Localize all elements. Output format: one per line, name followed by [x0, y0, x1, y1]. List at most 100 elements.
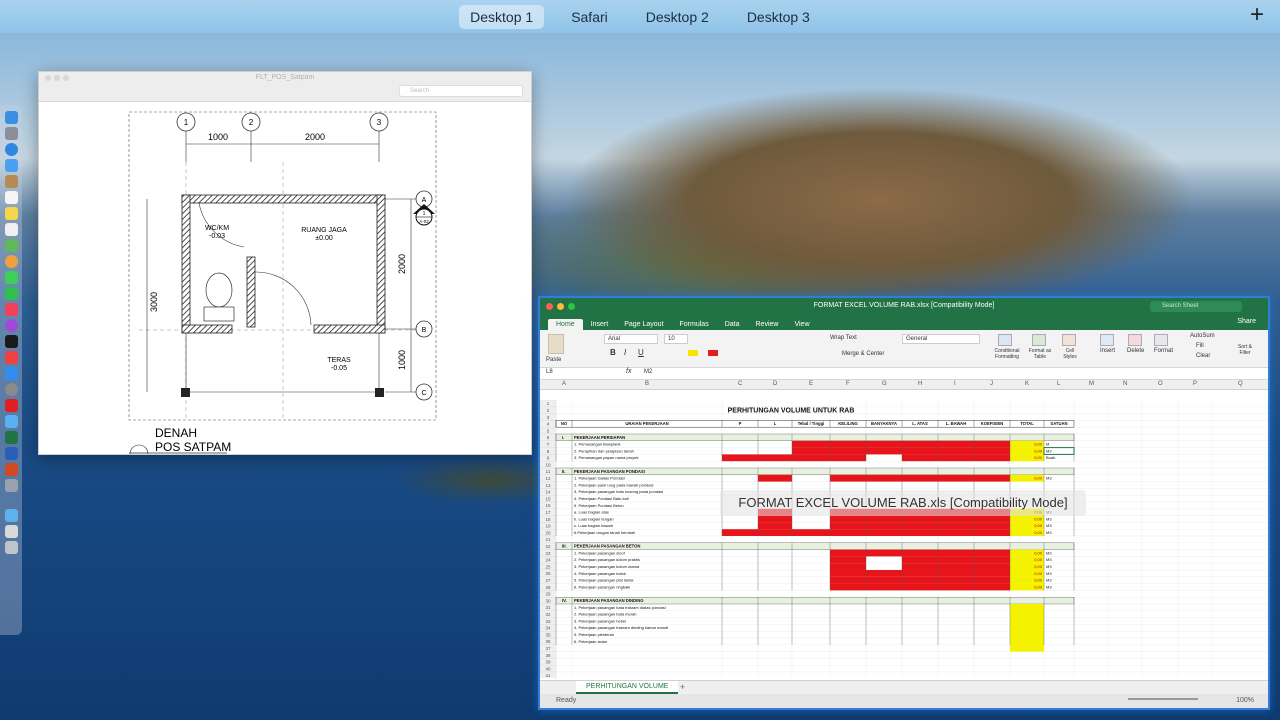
pdf-viewer-window[interactable]: FLT_POS_Satpam Search 1 2 3 1000 2000 WC… [38, 71, 532, 455]
merge-center-button[interactable]: Merge & Center [842, 351, 884, 357]
number-format-select[interactable]: General [902, 334, 980, 344]
word-icon[interactable] [4, 446, 18, 460]
conditional-formatting-button[interactable]: Conditional Formatting [992, 348, 1022, 360]
column-header-q[interactable]: Q [1238, 381, 1243, 387]
downloads-icon[interactable] [4, 524, 18, 538]
screenshot-icon[interactable] [4, 478, 18, 492]
format-as-table-button[interactable]: Format as Table [1028, 348, 1052, 360]
tab-home[interactable]: Home [548, 319, 583, 330]
bold-button[interactable]: B [610, 348, 616, 357]
space-desktop-1[interactable]: Desktop 1 [459, 4, 545, 29]
add-space-button[interactable]: + [1250, 3, 1264, 27]
conditional-formatting-icon[interactable] [998, 334, 1012, 346]
formula-input[interactable]: M2 [644, 369, 652, 375]
insert-cells-button[interactable]: Insert [1100, 348, 1115, 354]
worksheet-grid[interactable]: 1234567891011121314151617181920212223242… [540, 400, 1268, 678]
delete-cells-icon[interactable] [1128, 334, 1142, 346]
row-number: 10 [545, 462, 551, 467]
reminders-icon[interactable] [4, 222, 18, 236]
column-header-b[interactable]: B [645, 381, 649, 387]
system-preferences-icon[interactable] [4, 382, 18, 396]
tab-review[interactable]: Review [748, 319, 787, 330]
column-header-g[interactable]: G [882, 381, 887, 387]
trash-icon[interactable] [4, 540, 18, 554]
add-sheet-button[interactable]: + [680, 682, 685, 692]
tv-icon[interactable] [4, 334, 18, 348]
messages-icon[interactable] [4, 270, 18, 284]
red-fill-cell [974, 474, 1010, 482]
contacts-icon[interactable] [4, 174, 18, 188]
fill-button[interactable]: Fill [1196, 343, 1204, 349]
mail-icon[interactable] [4, 158, 18, 172]
column-header-k[interactable]: K [1025, 381, 1029, 387]
spaces-bar: Desktop 1 Safari Desktop 2 Desktop 3 + [0, 0, 1280, 33]
column-header-c[interactable]: C [738, 381, 742, 387]
podcasts-icon[interactable] [4, 318, 18, 332]
pdf-search-field[interactable]: Search [399, 85, 523, 97]
column-header-h[interactable]: H [918, 381, 922, 387]
tab-page-layout[interactable]: Page Layout [616, 319, 671, 330]
tab-formulas[interactable]: Formulas [672, 319, 717, 330]
column-header-m[interactable]: M [1089, 381, 1094, 387]
column-header-d[interactable]: D [773, 381, 777, 387]
excel-search-field[interactable]: Search Sheet [1150, 301, 1242, 312]
column-header-j[interactable]: J [990, 381, 993, 387]
space-desktop-2[interactable]: Desktop 2 [635, 5, 720, 29]
column-header-p[interactable]: P [1193, 381, 1197, 387]
facetime-icon[interactable] [4, 286, 18, 300]
column-header-f[interactable]: F [846, 381, 850, 387]
preview-icon[interactable] [4, 414, 18, 428]
maps-icon[interactable] [4, 238, 18, 252]
column-header-o[interactable]: O [1158, 381, 1163, 387]
share-button[interactable]: Share [1237, 318, 1256, 325]
app-store-icon[interactable] [4, 366, 18, 380]
font-name-select[interactable]: Arial [604, 334, 658, 344]
format-cells-button[interactable]: Format [1154, 348, 1173, 354]
sheet-tab-perhitungan[interactable]: PERHITUNGAN VOLUME [576, 681, 679, 694]
delete-cells-button[interactable]: Delete [1127, 348, 1144, 354]
italic-button[interactable]: I [624, 348, 626, 357]
column-header-n[interactable]: N [1123, 381, 1127, 387]
space-safari[interactable]: Safari [560, 5, 619, 29]
font-size-select[interactable]: 10 [664, 334, 688, 344]
zoom-slider[interactable] [1128, 698, 1198, 700]
format-cells-icon[interactable] [1154, 334, 1168, 346]
acrobat-icon[interactable] [4, 398, 18, 412]
font-color-icon[interactable] [708, 350, 718, 356]
sort-filter-button[interactable]: Sort & Filter [1234, 344, 1256, 356]
music-icon[interactable] [4, 302, 18, 316]
safari-icon[interactable] [4, 142, 18, 156]
unit-value: M2 [1046, 448, 1052, 453]
launchpad-icon[interactable] [4, 126, 18, 140]
cell-styles-icon[interactable] [1062, 334, 1076, 346]
paste-icon[interactable] [548, 334, 564, 354]
calendar-icon[interactable] [4, 190, 18, 204]
format-table-icon[interactable] [1032, 334, 1046, 346]
column-header-a[interactable]: A [562, 381, 566, 387]
underline-button[interactable]: U [638, 348, 644, 357]
cell-styles-button[interactable]: Cell Styles [1060, 348, 1080, 360]
column-header-l[interactable]: L [1057, 381, 1060, 387]
autosum-button[interactable]: AutoSum [1190, 333, 1215, 339]
photos-icon[interactable] [4, 254, 18, 268]
wrap-text-button[interactable]: Wrap Text [830, 335, 857, 341]
folder-icon[interactable] [4, 508, 18, 522]
name-box[interactable]: L8 [546, 369, 586, 378]
clear-button[interactable]: Clear [1196, 353, 1210, 359]
fill-color-icon[interactable] [688, 350, 698, 356]
space-desktop-3[interactable]: Desktop 3 [736, 5, 821, 29]
column-header-e[interactable]: E [809, 381, 813, 387]
tab-insert[interactable]: Insert [583, 319, 617, 330]
insert-cells-icon[interactable] [1100, 334, 1114, 346]
news-icon[interactable] [4, 350, 18, 364]
notes-icon[interactable] [4, 206, 18, 220]
total-value: 0,00 [1034, 584, 1043, 589]
tab-data[interactable]: Data [717, 319, 748, 330]
total-value: 0,00 [1034, 578, 1043, 583]
tab-view[interactable]: View [786, 319, 817, 330]
finder-icon[interactable] [4, 110, 18, 124]
red-fill-cell [830, 515, 866, 523]
powerpoint-icon[interactable] [4, 462, 18, 476]
column-header-i[interactable]: I [954, 381, 956, 387]
excel-icon[interactable] [4, 430, 18, 444]
